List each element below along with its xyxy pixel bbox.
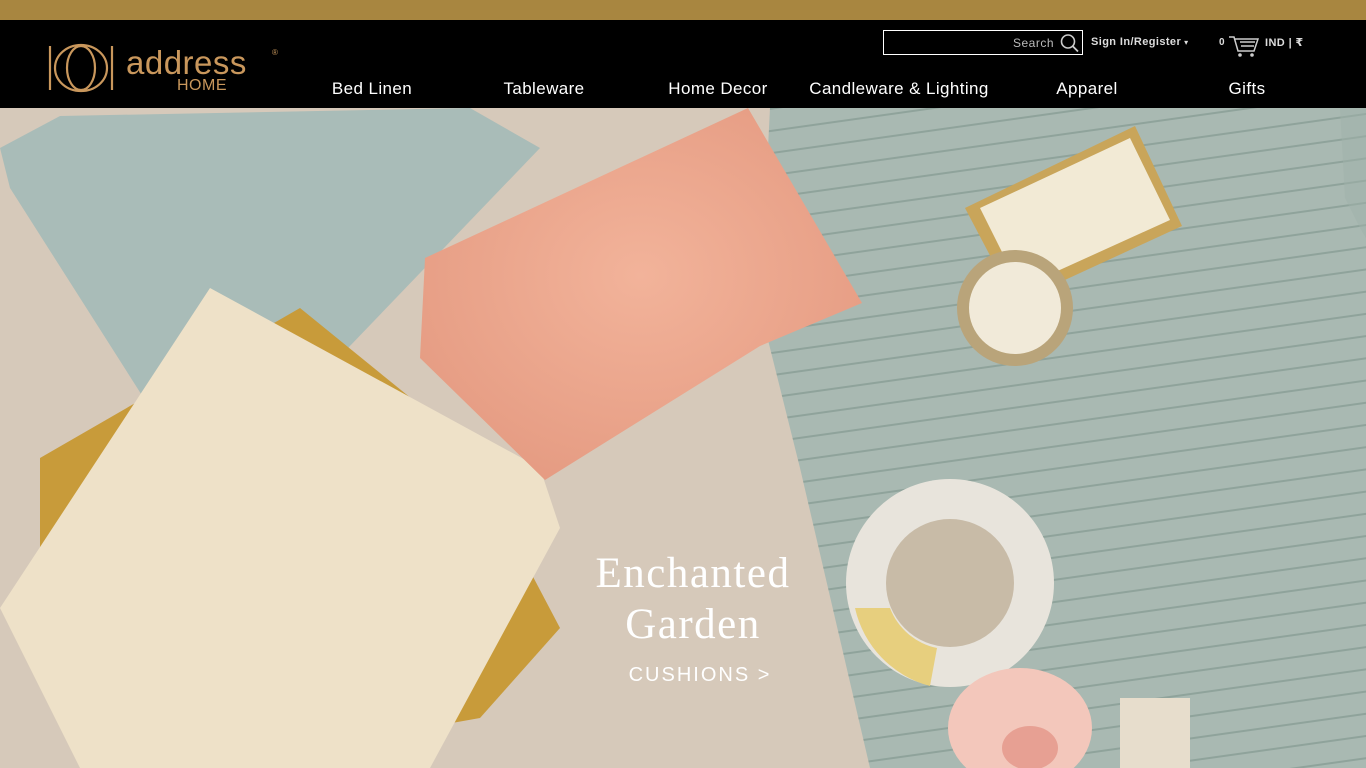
hero-title: Enchanted Garden (543, 548, 843, 650)
nav-item-bed-linen[interactable]: Bed Linen (332, 79, 412, 99)
site-header: address ® HOME Sign In/Register▾ 0 IND |… (0, 20, 1366, 108)
cart-button[interactable]: 0 (1219, 34, 1261, 58)
hero-title-line-1: Enchanted (595, 550, 791, 597)
chevron-down-icon: ▾ (1184, 38, 1189, 47)
search-icon[interactable] (1059, 33, 1081, 53)
cart-count: 0 (1219, 37, 1225, 48)
currency-selector[interactable]: IND | ₹ (1265, 36, 1304, 49)
nav-item-candleware-lighting[interactable]: Candleware & Lighting (809, 79, 988, 99)
sign-in-register-label: Sign In/Register (1091, 36, 1182, 48)
search-input[interactable] (888, 33, 1054, 52)
nav-item-tableware[interactable]: Tableware (503, 79, 584, 99)
nav-item-apparel[interactable]: Apparel (1056, 79, 1117, 99)
brand-registered-mark: ® (272, 48, 278, 57)
main-nav: Bed Linen Tableware Home Decor Candlewar… (0, 79, 1366, 101)
search-box (883, 30, 1083, 55)
top-accent-bar (0, 0, 1366, 20)
nav-item-home-decor[interactable]: Home Decor (668, 79, 767, 99)
cart-icon (1229, 36, 1260, 57)
brand-name: address (126, 44, 247, 81)
hero-title-line-2: Garden (625, 601, 761, 648)
sign-in-register-link[interactable]: Sign In/Register ▾ (1091, 36, 1189, 48)
hero-banner[interactable]: Enchanted Garden CUSHIONS > (0, 108, 1366, 768)
hero-cushions-link[interactable]: CUSHIONS > (550, 664, 850, 687)
nav-item-gifts[interactable]: Gifts (1229, 79, 1266, 99)
